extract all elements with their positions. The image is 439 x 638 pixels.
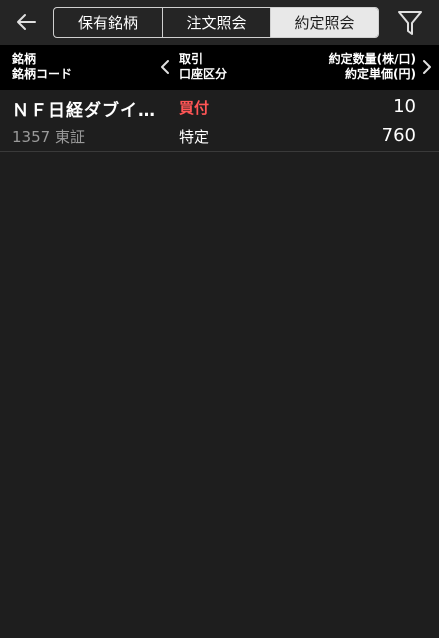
executed-quantity: 10 <box>393 96 416 117</box>
header-stock-label: 銘柄 <box>12 52 37 66</box>
stock-name: ＮＦ日経ダブイ… <box>12 101 156 121</box>
column-header: 銘柄 銘柄コード 取引 口座区分 約定数量(株/口) 約定単価(円) <box>0 45 439 90</box>
scroll-columns-right-button[interactable] <box>421 58 433 76</box>
tab-order-inquiry[interactable]: 注文照会 <box>162 8 270 37</box>
header-trade-column: 取引 口座区分 <box>179 52 227 82</box>
scroll-columns-left-button[interactable] <box>159 58 171 76</box>
top-bar: 保有銘柄 注文照会 約定照会 <box>0 0 439 45</box>
executed-price: 760 <box>381 125 416 146</box>
chevron-left-icon <box>161 60 169 74</box>
header-quantity-label: 約定数量(株/口) <box>328 52 416 66</box>
back-button[interactable] <box>10 8 42 36</box>
header-stock-column: 銘柄 銘柄コード <box>12 52 72 82</box>
header-account-label: 口座区分 <box>179 67 228 81</box>
tab-holdings[interactable]: 保有銘柄 <box>54 8 162 37</box>
header-execution-column: 約定数量(株/口) 約定単価(円) <box>329 52 416 82</box>
segment-tabs: 保有銘柄 注文照会 約定照会 <box>53 7 379 38</box>
chevron-right-icon <box>423 60 431 74</box>
table-row[interactable]: ＮＦ日経ダブイ… 1357 東証 買付 特定 10 760 <box>0 90 439 152</box>
header-stock-code-label: 銘柄コード <box>12 67 73 81</box>
header-price-label: 約定単価(円) <box>345 67 416 81</box>
account-type: 特定 <box>179 128 210 146</box>
arrow-left-icon <box>17 14 36 30</box>
stock-code-market: 1357 東証 <box>12 128 85 146</box>
tab-execution-inquiry[interactable]: 約定照会 <box>270 8 378 37</box>
header-trade-label: 取引 <box>179 52 204 66</box>
filter-button[interactable] <box>394 8 426 38</box>
trade-type: 買付 <box>179 99 210 117</box>
filter-icon <box>398 11 422 35</box>
